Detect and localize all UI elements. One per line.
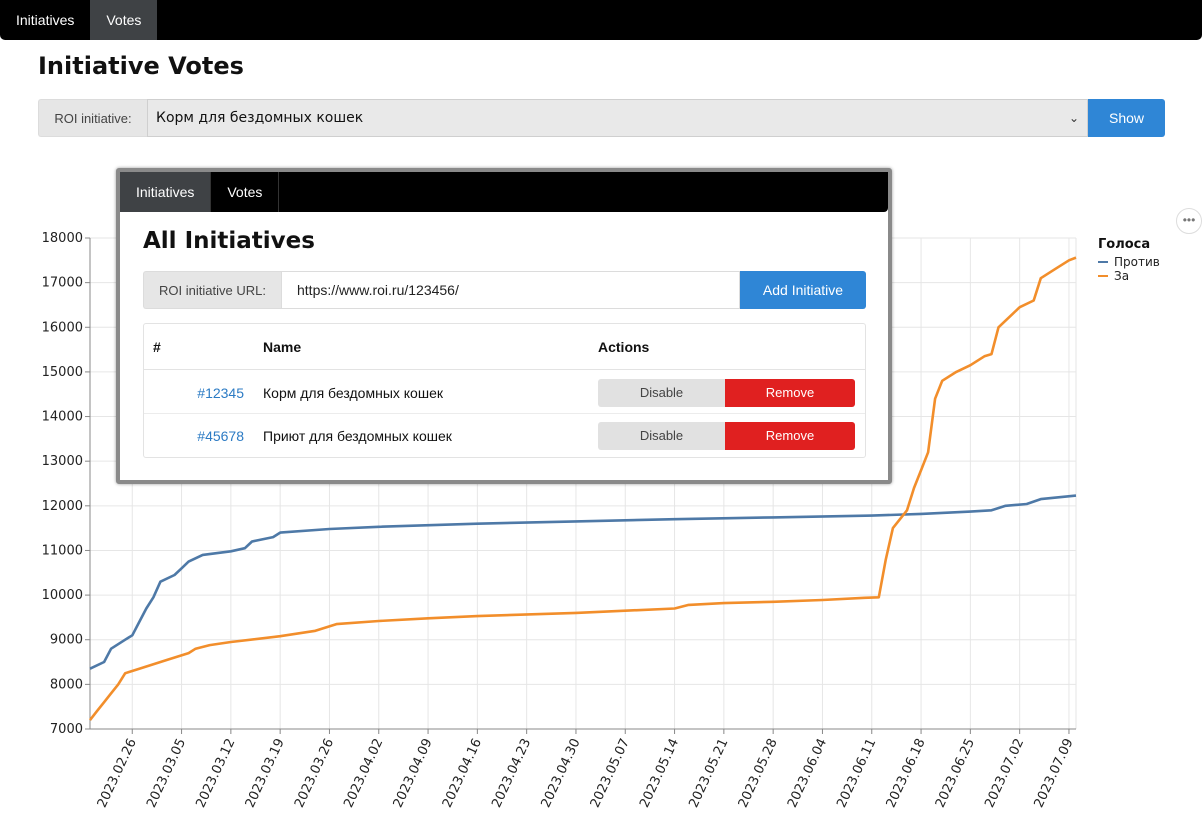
x-tick-label: 2023.07.02 (982, 736, 1027, 810)
popup-title: All Initiatives (143, 228, 315, 254)
y-tick-label: 12000 (42, 499, 83, 514)
header-num: # (153, 338, 161, 355)
y-tick-label: 8000 (50, 677, 83, 692)
legend-label: За (1114, 269, 1129, 283)
url-row: ROI initiative URL: https://www.roi.ru/1… (143, 271, 866, 309)
x-tick-label: 2023.05.07 (588, 736, 633, 810)
x-tick-label: 2023.07.09 (1032, 736, 1077, 810)
x-tick-label: 2023.02.26 (95, 736, 140, 810)
disable-button[interactable]: Disable (598, 421, 725, 450)
x-tick-label: 2023.03.26 (292, 736, 337, 810)
remove-button[interactable]: Remove (725, 378, 855, 407)
header-actions: Actions (598, 338, 650, 355)
y-tick-label: 14000 (42, 410, 83, 425)
disable-button[interactable]: Disable (598, 378, 725, 407)
x-tick-label: 2023.06.25 (933, 736, 978, 810)
row-actions: Disable Remove (598, 371, 855, 414)
y-tick-label: 18000 (42, 231, 83, 246)
y-tick-label: 13000 (42, 454, 83, 469)
x-tick-label: 2023.03.19 (243, 736, 288, 810)
url-label: ROI initiative URL: (143, 271, 281, 309)
y-tick-label: 15000 (42, 365, 83, 380)
table-row: #12345 Корм для бездомных кошек Disable … (144, 371, 865, 414)
y-tick-label: 7000 (50, 722, 83, 737)
row-actions: Disable Remove (598, 414, 855, 457)
remove-button[interactable]: Remove (725, 421, 855, 450)
initiative-name: Приют для бездомных кошек (263, 427, 452, 444)
url-input[interactable]: https://www.roi.ru/123456/ (281, 271, 740, 309)
x-tick-label: 2023.04.09 (391, 736, 436, 810)
initiatives-table: # Name Actions #12345 Корм для бездомных… (143, 323, 866, 458)
x-tick-label: 2023.06.04 (785, 736, 830, 810)
table-row: #45678 Приют для бездомных кошек Disable… (144, 414, 865, 457)
header-name: Name (263, 338, 302, 355)
y-tick-label: 11000 (42, 543, 83, 558)
y-tick-label: 9000 (50, 633, 83, 648)
legend-label: Против (1114, 255, 1160, 269)
initiatives-popup: Initiatives Votes All Initiatives ROI in… (116, 168, 892, 484)
add-initiative-button[interactable]: Add Initiative (740, 271, 866, 309)
x-tick-label: 2023.03.05 (144, 736, 189, 810)
y-tick-label: 16000 (42, 320, 83, 335)
x-tick-label: 2023.04.02 (341, 736, 386, 810)
x-tick-label: 2023.04.30 (539, 736, 584, 810)
initiative-name: Корм для бездомных кошек (263, 384, 443, 401)
popup-nav: Initiatives Votes (120, 172, 888, 212)
x-tick-label: 2023.04.16 (440, 736, 485, 810)
x-tick-label: 2023.03.12 (193, 736, 238, 810)
table-header: # Name Actions (144, 324, 865, 370)
y-tick-label: 10000 (42, 588, 83, 603)
chart-legend: Голоса ПротивЗа (1098, 237, 1160, 283)
series-line-0 (89, 494, 1077, 670)
x-tick-label: 2023.05.28 (736, 736, 781, 810)
x-tick-label: 2023.06.11 (834, 736, 879, 810)
initiative-link[interactable]: #12345 (194, 371, 244, 414)
x-tick-label: 2023.06.18 (884, 736, 929, 810)
y-tick-label: 17000 (42, 276, 83, 291)
ellipsis-icon[interactable]: ••• (1176, 208, 1202, 234)
x-tick-label: 2023.04.23 (489, 736, 534, 810)
x-tick-label: 2023.05.21 (686, 736, 731, 810)
legend-title: Голоса (1098, 237, 1150, 252)
popup-tab-initiatives[interactable]: Initiatives (120, 172, 212, 212)
initiative-link[interactable]: #45678 (194, 414, 244, 457)
x-tick-label: 2023.05.14 (637, 736, 682, 810)
popup-tab-votes[interactable]: Votes (211, 172, 280, 212)
